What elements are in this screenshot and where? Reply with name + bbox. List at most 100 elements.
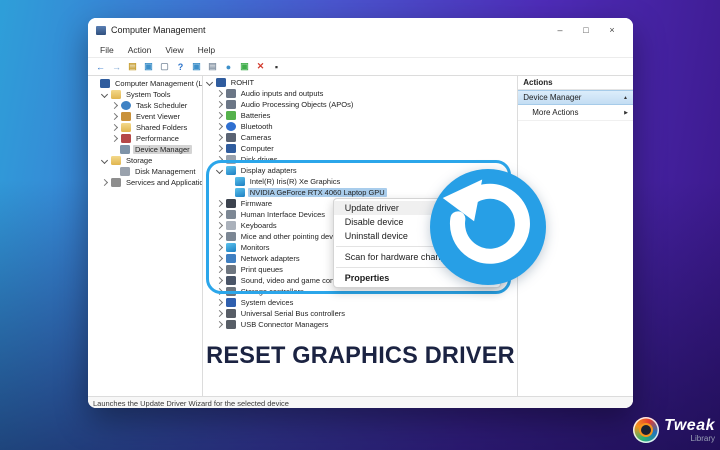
- device-icon: [235, 177, 245, 186]
- device-icon: [226, 309, 236, 318]
- title-bar: Computer Management – □ ×: [88, 18, 633, 42]
- actions-header: Actions: [518, 76, 633, 90]
- device-item-label: Display adapters: [239, 166, 299, 175]
- device-icon: [226, 155, 236, 164]
- chevron-icon: [216, 321, 223, 328]
- toolbar-show-actions-pane[interactable]: ▣: [142, 60, 155, 73]
- toolbar-forward[interactable]: →: [110, 60, 123, 73]
- chevron-icon: [216, 156, 223, 163]
- device-icon: [226, 144, 236, 153]
- tree-item-label: Disk Management: [133, 167, 197, 176]
- chevron-icon: [216, 222, 223, 229]
- tree-item-disk-management[interactable]: Disk Management: [88, 166, 202, 177]
- tree-item-device-manager[interactable]: Device Manager: [88, 144, 202, 155]
- device-icon: [226, 210, 236, 219]
- device-icon: [226, 265, 236, 274]
- minimize-button[interactable]: –: [547, 18, 573, 42]
- menu-view[interactable]: View: [159, 45, 189, 55]
- device-icon: [226, 133, 236, 142]
- action-more-actions[interactable]: More Actions ▶: [518, 105, 633, 121]
- device-icon: [226, 243, 236, 252]
- menu-bar: FileActionViewHelp: [88, 42, 633, 58]
- main-content: Computer Management (Local) System Tools…: [88, 76, 633, 396]
- device-item-usb-controllers[interactable]: Universal Serial Bus controllers: [203, 308, 517, 319]
- chevron-icon: [216, 299, 223, 306]
- tree-item-computer-management[interactable]: Computer Management (Local): [88, 78, 202, 89]
- app-icon: [96, 26, 106, 35]
- toolbar-list-view[interactable]: ▤: [206, 60, 219, 73]
- chevron-icon: [216, 255, 223, 262]
- device-item-label: Monitors: [239, 243, 272, 252]
- toolbar-scan-hardware-changes[interactable]: ▣: [238, 60, 251, 73]
- device-item-bluetooth[interactable]: Bluetooth: [203, 121, 517, 132]
- device-item-audio-inputs[interactable]: Audio inputs and outputs: [203, 88, 517, 99]
- tree-item-icon: [120, 145, 130, 154]
- action-device-manager[interactable]: Device Manager ▲: [518, 90, 633, 105]
- toolbar-back[interactable]: ←: [94, 60, 107, 73]
- device-item-label: Computer: [239, 144, 276, 153]
- device-item-batteries[interactable]: Batteries: [203, 110, 517, 121]
- chevron-icon: [216, 288, 223, 295]
- tree-item-shared-folders[interactable]: Shared Folders: [88, 122, 202, 133]
- tree-item-label: Computer Management (Local): [113, 79, 202, 88]
- device-item-usb-connector-managers[interactable]: USB Connector Managers: [203, 319, 517, 330]
- tree-item-task-scheduler[interactable]: Task Scheduler: [88, 100, 202, 111]
- toolbar-help-bubble[interactable]: ●: [222, 60, 235, 73]
- tree-item-services-applications[interactable]: Services and Applications: [88, 177, 202, 188]
- tree-item-label: System Tools: [124, 90, 172, 99]
- toolbar-disable-device[interactable]: ▪: [270, 60, 283, 73]
- close-button[interactable]: ×: [599, 18, 625, 42]
- chevron-icon: [111, 135, 118, 142]
- expand-caret-icon[interactable]: ▶: [624, 110, 628, 116]
- toolbar-help[interactable]: ?: [174, 60, 187, 73]
- brand-name: Tweak: [664, 418, 715, 434]
- tree-item-event-viewer[interactable]: Event Viewer: [88, 111, 202, 122]
- chevron-icon: [216, 200, 223, 207]
- page-background: Computer Management – □ × FileActionView…: [0, 0, 720, 450]
- menu-file[interactable]: File: [94, 45, 120, 55]
- toolbar-properties[interactable]: ▣: [190, 60, 203, 73]
- device-icon: [226, 100, 236, 109]
- toolbar-show-console-tree[interactable]: ▤: [126, 60, 139, 73]
- maximize-button[interactable]: □: [573, 18, 599, 42]
- device-item-computer[interactable]: Computer: [203, 143, 517, 154]
- tree-item-icon: [111, 156, 121, 165]
- device-icon: [226, 89, 236, 98]
- toolbar-export-list[interactable]: ▢: [158, 60, 171, 73]
- device-item-cameras[interactable]: Cameras: [203, 132, 517, 143]
- tree-item-label: Shared Folders: [134, 123, 189, 132]
- chevron-icon: [216, 112, 223, 119]
- device-icon: [226, 111, 236, 120]
- device-item-label: Intel(R) Iris(R) Xe Graphics: [248, 177, 342, 186]
- device-icon: [226, 221, 236, 230]
- tree-item-label: Device Manager: [133, 145, 192, 154]
- brand-logo: Tweak Library: [633, 417, 715, 443]
- chevron-icon: [216, 145, 223, 152]
- device-item-label: Audio inputs and outputs: [239, 89, 326, 98]
- device-item-system-devices[interactable]: System devices: [203, 297, 517, 308]
- chevron-icon: [216, 123, 223, 130]
- menu-help[interactable]: Help: [192, 45, 221, 55]
- chevron-icon: [216, 244, 223, 251]
- chevron-icon: [216, 266, 223, 273]
- tree-item-storage[interactable]: Storage: [88, 155, 202, 166]
- tree-item-system-tools[interactable]: System Tools: [88, 89, 202, 100]
- tree-item-performance[interactable]: Performance: [88, 133, 202, 144]
- device-item-label: Keyboards: [239, 221, 279, 230]
- chevron-icon: [216, 310, 223, 317]
- device-item-disk-drives[interactable]: Disk drives: [203, 154, 517, 165]
- device-item-label: Cameras: [239, 133, 273, 142]
- device-icon: [226, 287, 236, 296]
- tree-item-icon: [121, 112, 131, 121]
- toolbar-uninstall-device[interactable]: ✕: [254, 60, 267, 73]
- device-item-audio-processing[interactable]: Audio Processing Objects (APOs): [203, 99, 517, 110]
- tree-item-icon: [121, 134, 131, 143]
- tree-item-label: Performance: [134, 134, 181, 143]
- device-item-label: Universal Serial Bus controllers: [239, 309, 347, 318]
- menu-action[interactable]: Action: [122, 45, 158, 55]
- device-item-label: USB Connector Managers: [239, 320, 331, 329]
- device-icon: [235, 188, 245, 197]
- device-item-label: Print queues: [239, 265, 285, 274]
- device-item-rohit[interactable]: ROHIT: [203, 77, 517, 88]
- collapse-caret-icon[interactable]: ▲: [623, 95, 628, 101]
